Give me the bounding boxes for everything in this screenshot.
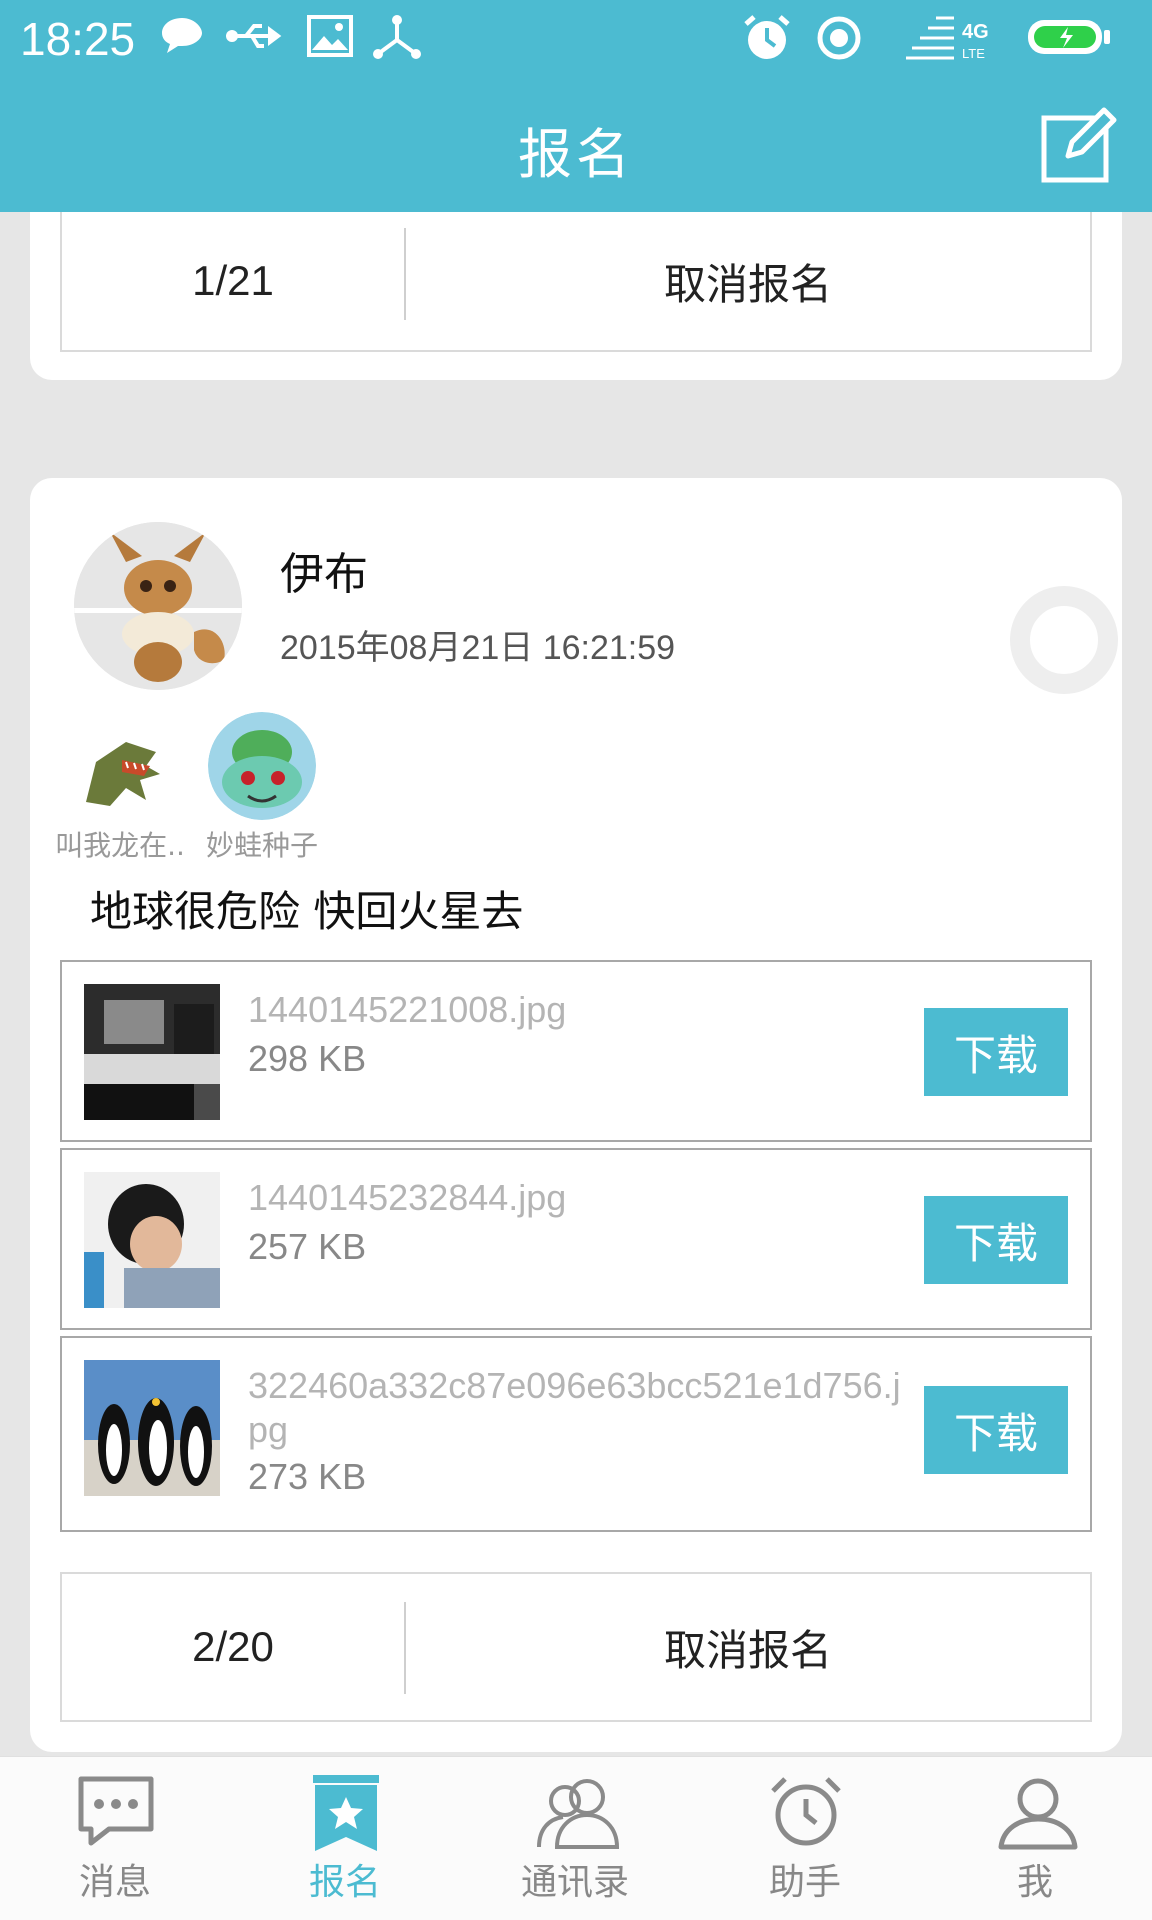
nav-item-contacts[interactable]: 通讯录: [460, 1757, 690, 1920]
avatar[interactable]: [74, 522, 242, 690]
nav-label: 助手: [768, 1862, 841, 1903]
status-bar: 18:25 4G LTE: [0, 0, 1152, 78]
status-time: 18:25: [20, 13, 136, 65]
usb-icon: [226, 24, 282, 48]
chat-icon: [78, 1776, 154, 1846]
signup-count: 2/20: [192, 1623, 274, 1670]
signup-footer: 2/20 取消报名: [60, 1572, 1092, 1722]
nav-label: 我: [1016, 1862, 1053, 1903]
participant[interactable]: 妙蛙种子: [192, 712, 332, 864]
page-title: 报名: [518, 123, 634, 186]
image-icon: [307, 15, 353, 57]
nav-item-assistant[interactable]: 助手: [690, 1757, 920, 1920]
file-size: 257 KB: [248, 1226, 367, 1267]
file-name: 322460a332c87e096e63bcc521e1d756.jpg: [248, 1365, 901, 1450]
download-button[interactable]: 下载: [924, 1196, 1068, 1284]
download-button[interactable]: 下载: [924, 1008, 1068, 1096]
download-button[interactable]: 下载: [924, 1386, 1068, 1474]
battery-icon: [1028, 20, 1110, 54]
person-icon: [998, 1778, 1078, 1850]
signal-4g-icon: 4G LTE: [906, 16, 989, 61]
nav-item-me[interactable]: 我: [920, 1757, 1150, 1920]
file-size: 273 KB: [248, 1456, 367, 1497]
alarm-icon: [744, 15, 790, 59]
bookmark-star-icon: [313, 1775, 379, 1851]
file-thumbnail: [84, 984, 220, 1120]
participant-avatar: [66, 712, 174, 820]
post-text: 地球很危险 快回火星去: [90, 887, 524, 936]
alarm-clock-icon: [771, 1777, 841, 1846]
file-thumbnail: [84, 1172, 220, 1308]
file-size: 298 KB: [248, 1038, 367, 1079]
file-name: 1440145221008.jpg: [248, 989, 567, 1030]
nav-item-messages[interactable]: 消息: [0, 1757, 230, 1920]
participant-name: 妙蛙种子: [205, 829, 318, 862]
app-bar: 18:25 4G LTE 报名: [0, 0, 1152, 212]
nav-label: 通讯录: [520, 1862, 629, 1903]
message-icon: [162, 18, 202, 53]
edit-icon[interactable]: [1040, 104, 1120, 184]
nav-item-signup[interactable]: 报名: [230, 1757, 460, 1920]
file-attachment[interactable]: 1440145232844.jpg 257 KB 下载: [60, 1148, 1092, 1330]
bottom-nav: 消息 报名 通讯录 助手 我: [0, 1756, 1152, 1920]
sync-icon: [817, 16, 861, 60]
file-thumbnail: [84, 1360, 220, 1496]
participant[interactable]: 叫我龙在..: [50, 712, 190, 864]
svg-text:LTE: LTE: [962, 46, 985, 61]
cancel-signup-button[interactable]: 取消报名: [406, 1574, 1090, 1720]
post-timestamp: 2015年08月21日 16:21:59: [280, 629, 676, 667]
nav-label: 报名: [308, 1862, 381, 1903]
share-icon: [373, 15, 421, 59]
participant-avatar: [208, 712, 316, 820]
contacts-icon: [537, 1779, 620, 1849]
signup-footer: 1/21 取消报名: [60, 212, 1092, 352]
participant-name: 叫我龙在..: [55, 829, 185, 862]
user-name: 伊布: [280, 549, 368, 600]
svg-text:4G: 4G: [962, 21, 989, 43]
file-name: 1440145232844.jpg: [248, 1177, 567, 1218]
nav-label: 消息: [78, 1862, 151, 1903]
loading-spinner: [1010, 586, 1118, 694]
signup-count: 1/21: [192, 257, 274, 304]
signup-post-card: 伊布 2015年08月21日 16:21:59 叫我龙在.. 妙蛙种子 地球很危…: [30, 478, 1122, 1752]
file-attachment[interactable]: 1440145221008.jpg 298 KB 下载: [60, 960, 1092, 1142]
cancel-signup-button[interactable]: 取消报名: [406, 212, 1090, 350]
file-attachment[interactable]: 322460a332c87e096e63bcc521e1d756.jpg 273…: [60, 1336, 1092, 1532]
